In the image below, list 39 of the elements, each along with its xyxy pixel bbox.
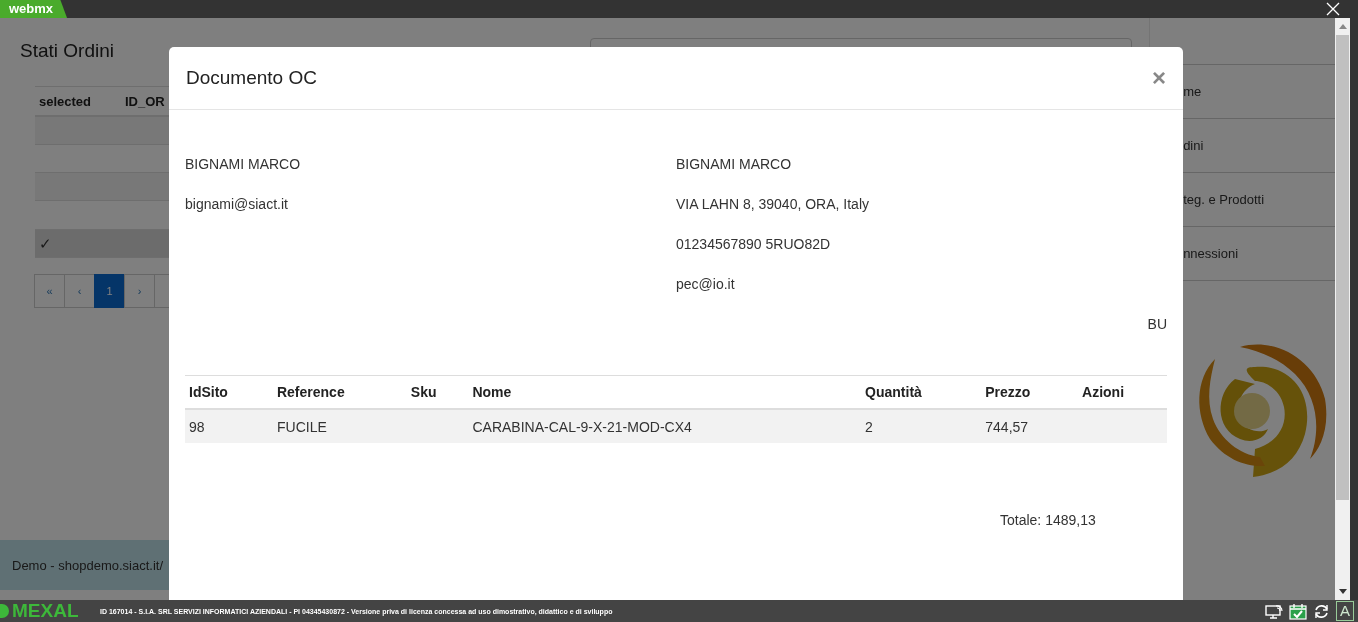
table-cell: 2 — [865, 418, 873, 435]
country-code: BU — [1147, 315, 1167, 333]
column-header: IdSito — [188, 384, 229, 400]
page-button[interactable]: « — [34, 274, 65, 308]
close-button[interactable]: × — [1152, 64, 1166, 92]
column-header: Azioni — [1081, 384, 1126, 400]
table-cell: CARABINA-CAL-9-X-21-MOD-CX4 — [472, 418, 692, 435]
column-header: Sku — [409, 384, 438, 400]
keyboard-mode-button[interactable]: A — [1336, 601, 1354, 621]
check-mark: ✓ — [38, 234, 52, 253]
network-monitor-icon[interactable] — [1265, 603, 1283, 619]
page-button[interactable]: › — [124, 274, 155, 308]
app-tab[interactable]: webmx — [0, 0, 68, 18]
column-header: Prezzo — [984, 384, 1032, 400]
billing-line: bignami@siact.it — [185, 195, 289, 213]
table-cell: 744,57 — [985, 418, 1029, 435]
table-cell: 98 — [189, 418, 205, 435]
column-header: Nome — [471, 384, 513, 400]
shipping-line: 01234567890 5RUO82D — [676, 235, 832, 253]
column-header: ID_OR — [125, 93, 165, 109]
brand-logo: MEXAL — [0, 600, 86, 622]
table-cell: FUCILE — [276, 418, 327, 435]
shipping-line: BIGNAMI MARCO — [676, 155, 793, 173]
order-total: Totale: 1489,13 — [1000, 512, 1096, 528]
column-header: Reference — [275, 384, 346, 400]
column-header: selected — [38, 93, 93, 109]
billing-line: BIGNAMI MARCO — [185, 155, 302, 173]
page-title: Stati Ordini — [20, 40, 114, 62]
scrollbar[interactable] — [1335, 18, 1350, 600]
site-label: Demo - shopdemo.siact.it/ — [12, 557, 163, 573]
column-header: Quantità — [864, 384, 923, 400]
refresh-icon[interactable] — [1313, 602, 1330, 620]
page-button[interactable]: ‹ — [64, 274, 95, 308]
dialog-title: Documento OC — [186, 67, 317, 89]
calendar-check-icon[interactable] — [1289, 602, 1307, 620]
shipping-line: pec@io.it — [676, 275, 736, 293]
page-button[interactable]: 1 — [94, 274, 125, 308]
close-icon[interactable] — [1326, 2, 1340, 16]
shipping-line: VIA LAHN 8, 39040, ORA, Italy — [676, 195, 870, 213]
